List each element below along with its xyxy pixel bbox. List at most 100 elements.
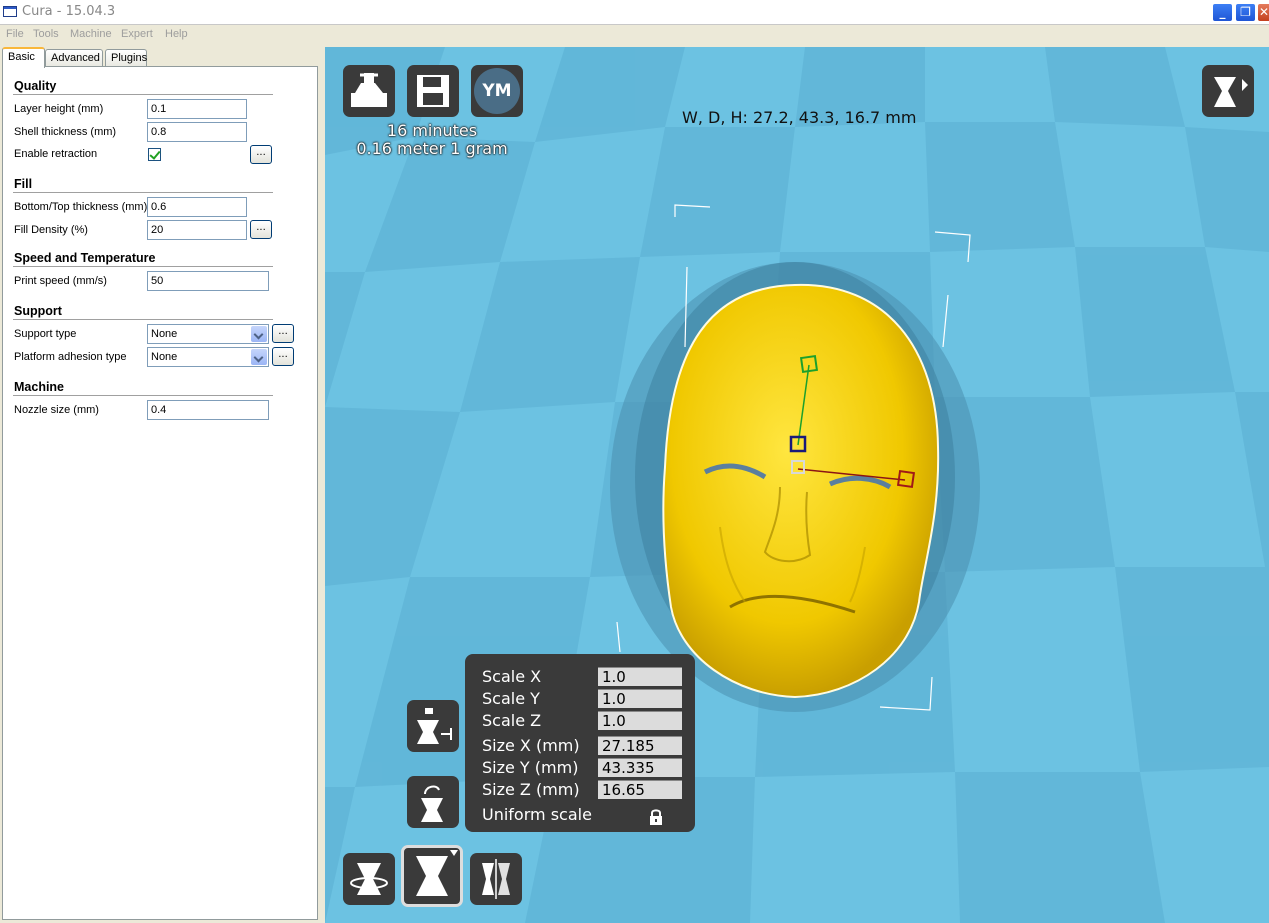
size-z-input[interactable]: 16.65: [598, 780, 682, 799]
bottom-top-label: Bottom/Top thickness (mm): [14, 201, 148, 213]
size-x-label: Size X (mm): [482, 736, 580, 755]
basic-settings: Quality Layer height (mm) 0.1 Shell thic…: [2, 66, 318, 920]
layer-height-input[interactable]: 0.1: [147, 99, 247, 119]
divider: [13, 94, 273, 95]
size-z-row: Size Z (mm) 16.65: [482, 780, 682, 800]
scale-icon: [416, 850, 458, 896]
divider: [13, 266, 273, 267]
menu-machine[interactable]: Machine: [70, 28, 112, 40]
retraction-checkbox[interactable]: [148, 148, 161, 161]
view-mode-icon: [1214, 77, 1248, 107]
retraction-settings-button[interactable]: ...: [250, 145, 272, 164]
divider: [13, 395, 273, 396]
youmagine-button[interactable]: YM: [471, 65, 523, 117]
load-model-icon: [351, 73, 387, 107]
print-speed-label: Print speed (mm/s): [14, 275, 107, 287]
adhesion-value: None: [151, 351, 178, 363]
scale-z-row: Scale Z 1.0: [482, 711, 682, 731]
nozzle-size-input[interactable]: 0.4: [147, 400, 269, 420]
menu-expert[interactable]: Expert: [121, 28, 153, 40]
size-y-row: Size Y (mm) 43.335: [482, 758, 682, 778]
minimize-button[interactable]: _: [1212, 3, 1233, 22]
chevron-down-icon: [251, 349, 267, 365]
scale-x-label: Scale X: [482, 667, 542, 686]
scale-button[interactable]: [401, 845, 463, 907]
maximize-button[interactable]: ❐: [1235, 3, 1256, 22]
section-fill: Fill: [14, 177, 33, 191]
scale-panel: Scale X 1.0 Scale Y 1.0 Scale Z 1.0 Size…: [465, 654, 695, 832]
load-model-button[interactable]: [343, 65, 395, 117]
size-x-input[interactable]: 27.185: [598, 736, 682, 755]
rotate-icon: [350, 863, 388, 895]
layer-height-label: Layer height (mm): [14, 103, 104, 115]
mirror-bottom-button[interactable]: [470, 853, 522, 905]
lock-icon[interactable]: [649, 809, 663, 825]
divider: [13, 319, 273, 320]
support-type-value: None: [151, 328, 178, 340]
adhesion-settings-button[interactable]: ...: [272, 347, 294, 366]
mirror-button[interactable]: [407, 776, 459, 828]
settings-tabs: Basic Advanced Plugins: [0, 47, 320, 68]
divider: [13, 192, 273, 193]
size-y-label: Size Y (mm): [482, 758, 579, 777]
face-model[interactable]: [662, 283, 940, 699]
nozzle-size-label: Nozzle size (mm): [14, 404, 99, 416]
fill-settings-button[interactable]: ...: [250, 220, 272, 239]
fill-density-label: Fill Density (%): [14, 224, 88, 236]
tab-advanced[interactable]: Advanced: [45, 49, 103, 67]
print-time: 16 minutes: [386, 121, 478, 140]
save-gcode-icon: [417, 75, 449, 107]
model-dimensions: W, D, H: 27.2, 43.3, 16.7 mm: [682, 108, 917, 127]
size-z-label: Size Z (mm): [482, 780, 580, 799]
support-type-label: Support type: [14, 328, 77, 340]
menu-file[interactable]: File: [6, 28, 24, 40]
scale-x-row: Scale X 1.0: [482, 667, 682, 687]
scale-x-input[interactable]: 1.0: [598, 667, 682, 686]
mirror-bottom-icon: [482, 859, 510, 899]
tab-basic[interactable]: Basic: [2, 47, 45, 68]
tab-plugins[interactable]: Plugins: [105, 49, 147, 67]
lay-flat-icon: [417, 708, 452, 744]
uniform-scale-label: Uniform scale: [482, 805, 592, 824]
section-speed: Speed and Temperature: [14, 251, 156, 265]
shell-thickness-input[interactable]: 0.8: [147, 122, 247, 142]
menu-help[interactable]: Help: [165, 28, 188, 40]
scale-y-input[interactable]: 1.0: [598, 689, 682, 708]
adhesion-select[interactable]: None: [147, 347, 269, 367]
size-y-input[interactable]: 43.335: [598, 758, 682, 777]
adhesion-label: Platform adhesion type: [14, 351, 127, 363]
bottom-top-input[interactable]: 0.6: [147, 197, 247, 217]
scale-y-row: Scale Y 1.0: [482, 689, 682, 709]
scale-y-label: Scale Y: [482, 689, 540, 708]
youmagine-icon: YM: [474, 68, 520, 114]
uniform-scale-row: Uniform scale: [482, 805, 682, 825]
save-gcode-button[interactable]: [407, 65, 459, 117]
retraction-label: Enable retraction: [14, 148, 98, 160]
support-type-select[interactable]: None: [147, 324, 269, 344]
settings-panel: Basic Advanced Plugins Quality Layer hei…: [0, 45, 323, 923]
title-bar: Cura - 15.04.3 _ ❐ ✕: [0, 0, 1269, 25]
cura-window: Cura - 15.04.3 _ ❐ ✕ File Tools Machine …: [0, 0, 1269, 923]
menu-tools[interactable]: Tools: [33, 28, 59, 40]
fill-density-input[interactable]: 20: [147, 220, 247, 240]
close-button[interactable]: ✕: [1257, 3, 1269, 22]
print-material: 0.16 meter 1 gram: [356, 139, 508, 158]
section-quality: Quality: [14, 79, 57, 93]
scale-z-input[interactable]: 1.0: [598, 711, 682, 730]
size-x-row: Size X (mm) 27.185: [482, 736, 682, 756]
window-title: Cura - 15.04.3: [22, 4, 116, 19]
rotate-button[interactable]: [343, 853, 395, 905]
print-speed-input[interactable]: 50: [147, 271, 269, 291]
chevron-down-icon: [251, 326, 267, 342]
menu-bar: File Tools Machine Expert Help: [0, 26, 1269, 44]
shell-thickness-label: Shell thickness (mm): [14, 126, 117, 138]
view-mode-button[interactable]: [1202, 65, 1254, 117]
lay-flat-button[interactable]: [407, 700, 459, 752]
section-support: Support: [14, 304, 62, 318]
support-settings-button[interactable]: ...: [272, 324, 294, 343]
section-machine: Machine: [14, 380, 65, 394]
3d-viewport[interactable]: YM 16 minutes 0.16 meter 1 gram W, D, H:…: [325, 47, 1269, 923]
scale-z-label: Scale Z: [482, 711, 542, 730]
mirror-icon: [421, 785, 443, 822]
app-icon: [3, 6, 17, 17]
